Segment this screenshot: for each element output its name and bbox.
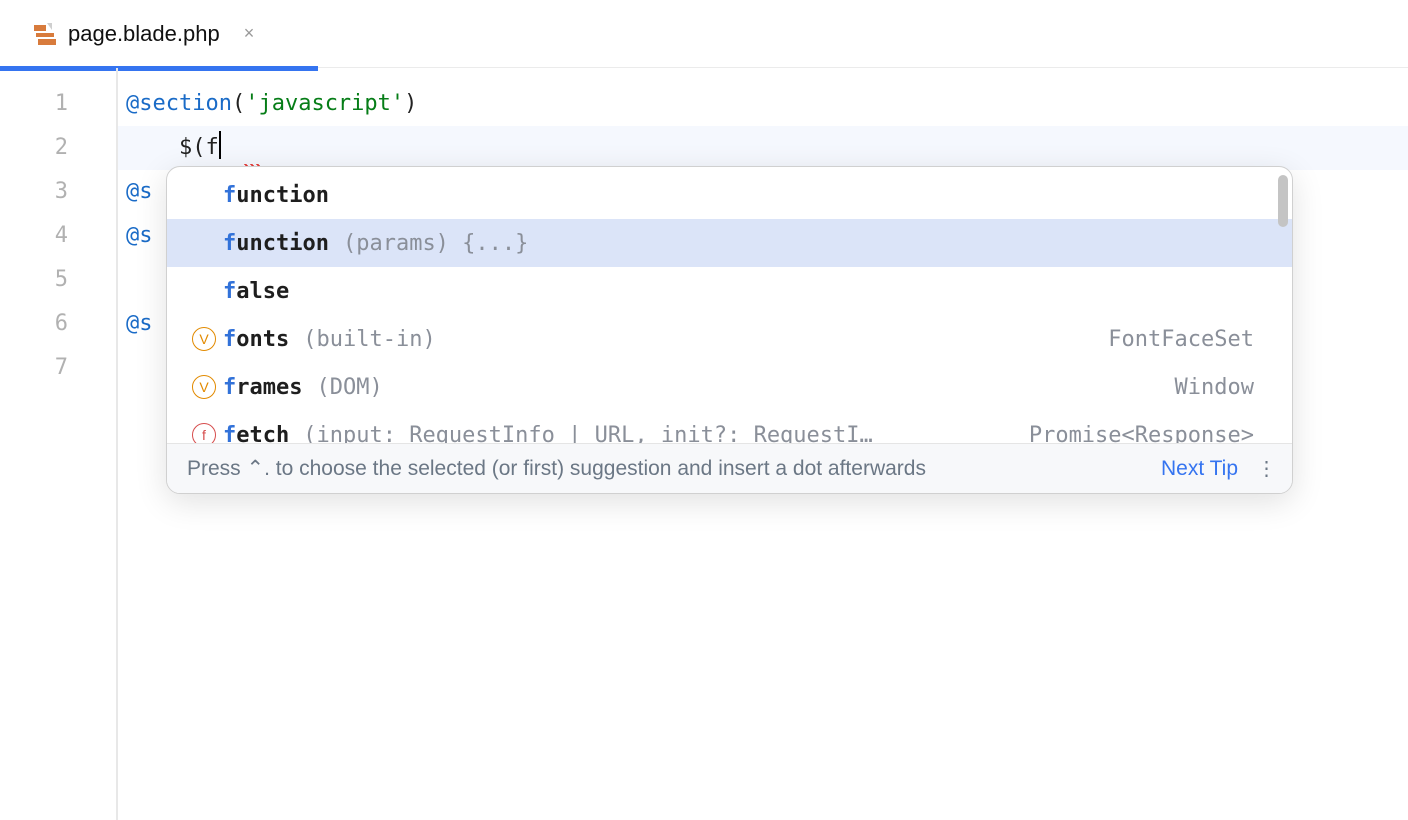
gutter: 1 2 3 4 5 6 7	[0, 68, 116, 820]
completion-kind-icon: V	[189, 327, 219, 351]
autocomplete-item[interactable]: function(params) {...}	[167, 219, 1292, 267]
autocomplete-footer: Press ⌃. to choose the selected (or firs…	[167, 443, 1292, 493]
autocomplete-list: functionfunction(params) {...}falseVfont…	[167, 167, 1292, 443]
line-number: 6	[0, 302, 116, 346]
autocomplete-item[interactable]: ffetch(input: RequestInfo | URL, init?: …	[167, 411, 1292, 443]
completion-kind-icon: V	[189, 375, 219, 399]
autocomplete-item[interactable]: function	[167, 171, 1292, 219]
scrollbar-thumb[interactable]	[1278, 175, 1288, 227]
completion-type: Window	[1175, 375, 1272, 400]
line-number: 5	[0, 258, 116, 302]
line-number: 1	[0, 82, 116, 126]
autocomplete-popup: functionfunction(params) {...}falseVfont…	[166, 166, 1293, 494]
text-caret	[219, 131, 221, 159]
tab-bar: page.blade.php ×	[0, 0, 1408, 68]
editor-tab[interactable]: page.blade.php ×	[18, 13, 272, 55]
autocomplete-item[interactable]: Vfonts(built-in)FontFaceSet	[167, 315, 1292, 363]
autocomplete-item[interactable]: false	[167, 267, 1292, 315]
code-line-2[interactable]: $(f	[118, 126, 1408, 170]
completion-type: Promise<Response>	[1029, 423, 1272, 444]
completion-kind-icon: f	[189, 423, 219, 443]
code-line-1[interactable]: @section('javascript')	[118, 82, 1408, 126]
line-number: 7	[0, 346, 116, 390]
completion-type: FontFaceSet	[1108, 327, 1272, 352]
more-icon[interactable]: ⋮	[1256, 456, 1276, 481]
next-tip-link[interactable]: Next Tip	[1161, 457, 1238, 481]
close-icon[interactable]: ×	[240, 21, 259, 46]
line-number: 3	[0, 170, 116, 214]
autocomplete-item[interactable]: Vframes(DOM)Window	[167, 363, 1292, 411]
tab-filename: page.blade.php	[68, 21, 220, 47]
line-number: 4	[0, 214, 116, 258]
autocomplete-hint: Press ⌃. to choose the selected (or firs…	[187, 456, 1161, 481]
blade-file-icon	[32, 21, 58, 47]
line-number: 2	[0, 126, 116, 170]
